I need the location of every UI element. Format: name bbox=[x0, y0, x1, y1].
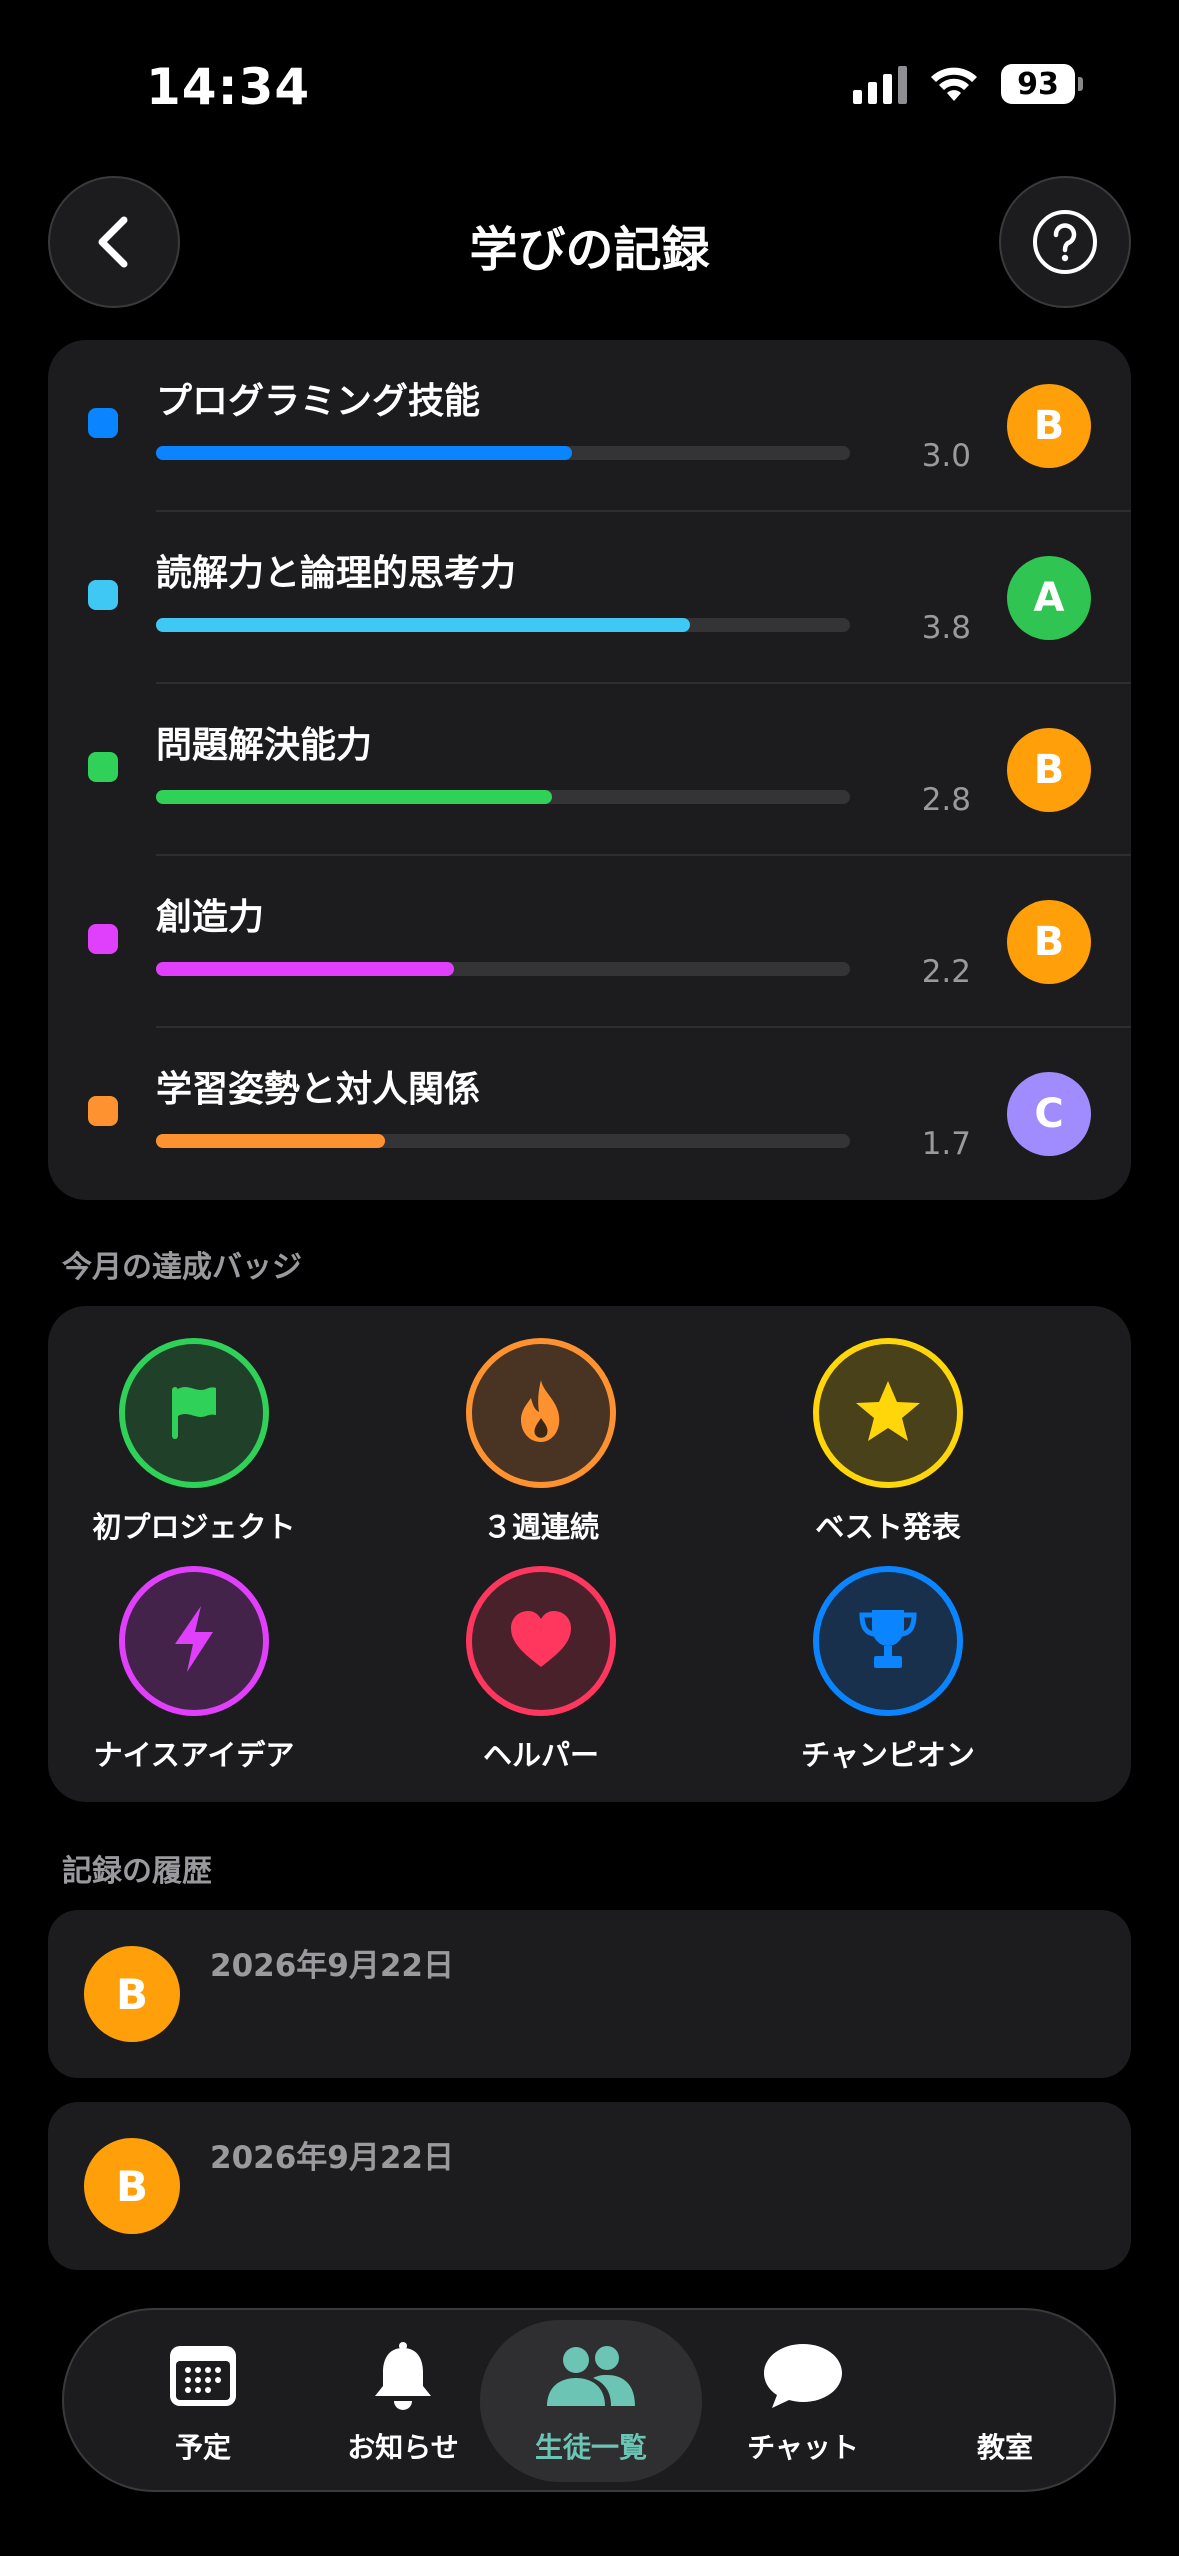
skill-color-dot bbox=[88, 752, 118, 782]
skill-grade-badge: A bbox=[1007, 556, 1091, 640]
trophy-icon bbox=[856, 1606, 920, 1676]
flag-icon bbox=[162, 1379, 226, 1447]
status-time: 14:34 bbox=[146, 58, 311, 116]
skill-row[interactable]: 問題解決能力 2.8 B bbox=[48, 684, 1131, 856]
skill-color-dot bbox=[88, 924, 118, 954]
badges-card: 初プロジェクト ３週連続 ベスト発表ナイスアイデア ヘルパー チャンピオン bbox=[48, 1306, 1131, 1802]
badge-item[interactable]: ヘルパー bbox=[391, 1566, 691, 1774]
skill-row[interactable]: 読解力と論理的思考力 3.8 A bbox=[48, 512, 1131, 684]
badge-item[interactable]: ナイスアイデア bbox=[44, 1566, 344, 1774]
help-button[interactable] bbox=[999, 176, 1131, 308]
tab-label: 予定 bbox=[174, 2431, 231, 2464]
skill-grade-badge: C bbox=[1007, 1072, 1091, 1156]
history-item[interactable]: B 2026年9月22日 bbox=[48, 2102, 1131, 2270]
skill-progress-fill bbox=[156, 446, 573, 460]
tab-bar: 予定 お知らせ 生徒一覧 チャット 教室 bbox=[62, 2308, 1116, 2492]
skill-score: 3.0 bbox=[921, 438, 971, 474]
badge-item[interactable]: 初プロジェクト bbox=[44, 1338, 344, 1546]
heart-icon bbox=[508, 1609, 574, 1673]
badge-circle bbox=[813, 1338, 963, 1488]
tab-students[interactable]: 生徒一覧 bbox=[480, 2320, 702, 2482]
skill-name: 創造力 bbox=[156, 897, 265, 938]
skill-score: 1.7 bbox=[921, 1126, 971, 1162]
skill-color-dot bbox=[88, 1096, 118, 1126]
bolt-icon bbox=[169, 1604, 219, 1678]
skill-grade-badge: B bbox=[1007, 384, 1091, 468]
badge-label: ナイスアイデア bbox=[93, 1738, 295, 1772]
badge-circle bbox=[466, 1338, 616, 1488]
badge-circle bbox=[119, 1566, 269, 1716]
skill-score: 2.2 bbox=[921, 954, 971, 990]
skill-color-dot bbox=[88, 408, 118, 438]
skill-progress-track bbox=[156, 446, 850, 460]
question-circle-icon bbox=[1033, 210, 1097, 274]
skill-progress-track bbox=[156, 962, 850, 976]
calendar-icon bbox=[170, 2346, 236, 2406]
skill-progress-fill bbox=[156, 790, 552, 804]
star-icon bbox=[853, 1378, 923, 1448]
skill-grade-badge: B bbox=[1007, 728, 1091, 812]
skill-name: プログラミング技能 bbox=[156, 381, 481, 422]
badge-item[interactable]: ベスト発表 bbox=[738, 1338, 1038, 1546]
battery-level: 93 bbox=[1001, 64, 1075, 104]
badge-circle bbox=[466, 1566, 616, 1716]
badge-circle bbox=[813, 1566, 963, 1716]
skill-progress-fill bbox=[156, 1134, 386, 1148]
history-item[interactable]: B 2026年9月22日 bbox=[48, 1910, 1131, 2078]
history-grade-badge: B bbox=[84, 2138, 180, 2234]
history-date: 2026年9月22日 bbox=[210, 1948, 454, 1984]
cellular-signal-icon bbox=[853, 64, 907, 104]
history-section-title: 記録の履歴 bbox=[62, 1854, 212, 1889]
skill-row[interactable]: 学習姿勢と対人関係 1.7 C bbox=[48, 1028, 1131, 1200]
badge-label: 初プロジェクト bbox=[92, 1510, 296, 1544]
skill-name: 学習姿勢と対人関係 bbox=[156, 1069, 481, 1110]
skill-name: 問題解決能力 bbox=[156, 725, 373, 766]
history-date: 2026年9月22日 bbox=[210, 2140, 454, 2176]
skill-color-dot bbox=[88, 580, 118, 610]
skill-progress-fill bbox=[156, 618, 691, 632]
skill-row[interactable]: 創造力 2.2 B bbox=[48, 856, 1131, 1028]
screen: 14:34 93 学びの記録 プログラミング技能 3.0 B 読解力と論理的思考力 3.… bbox=[0, 0, 1179, 2556]
people-icon bbox=[547, 2346, 635, 2406]
badge-label: ベスト発表 bbox=[815, 1510, 961, 1544]
classroom-icon-slot bbox=[894, 2334, 1116, 2418]
skill-score: 3.8 bbox=[921, 610, 971, 646]
tab-schedule[interactable]: 予定 bbox=[92, 2320, 314, 2482]
tab-label: チャット bbox=[747, 2431, 859, 2464]
badge-label: チャンピオン bbox=[801, 1738, 975, 1772]
skills-card: プログラミング技能 3.0 B 読解力と論理的思考力 3.8 A 問題解決能力 2.8 B 創造力… bbox=[48, 340, 1131, 1200]
badge-item[interactable]: ３週連続 bbox=[391, 1338, 691, 1546]
badge-label: ３週連続 bbox=[482, 1510, 599, 1544]
battery-icon: 93 bbox=[1001, 64, 1083, 104]
skill-progress-fill bbox=[156, 962, 455, 976]
badge-item[interactable]: チャンピオン bbox=[738, 1566, 1038, 1774]
badge-circle bbox=[119, 1338, 269, 1488]
tab-label: 生徒一覧 bbox=[534, 2431, 647, 2464]
history-grade-badge: B bbox=[84, 1946, 180, 2042]
skill-progress-track bbox=[156, 1134, 850, 1148]
tab-chat[interactable]: チャット bbox=[692, 2320, 914, 2482]
flame-icon bbox=[513, 1378, 569, 1448]
chat-bubble-icon bbox=[764, 2344, 842, 2408]
badges-section-title: 今月の達成バッジ bbox=[62, 1250, 302, 1285]
wifi-icon bbox=[931, 67, 977, 101]
skill-progress-track bbox=[156, 790, 850, 804]
skill-row[interactable]: プログラミング技能 3.0 B bbox=[48, 340, 1131, 512]
skill-progress-track bbox=[156, 618, 850, 632]
status-icons: 93 bbox=[853, 64, 1083, 104]
badge-label: ヘルパー bbox=[482, 1738, 599, 1772]
skill-grade-badge: B bbox=[1007, 900, 1091, 984]
tab-label: 教室 bbox=[976, 2431, 1033, 2464]
tab-classroom[interactable]: 教室 bbox=[894, 2320, 1116, 2482]
bell-icon bbox=[375, 2342, 431, 2410]
skill-score: 2.8 bbox=[921, 782, 971, 818]
skill-name: 読解力と論理的思考力 bbox=[156, 553, 517, 594]
